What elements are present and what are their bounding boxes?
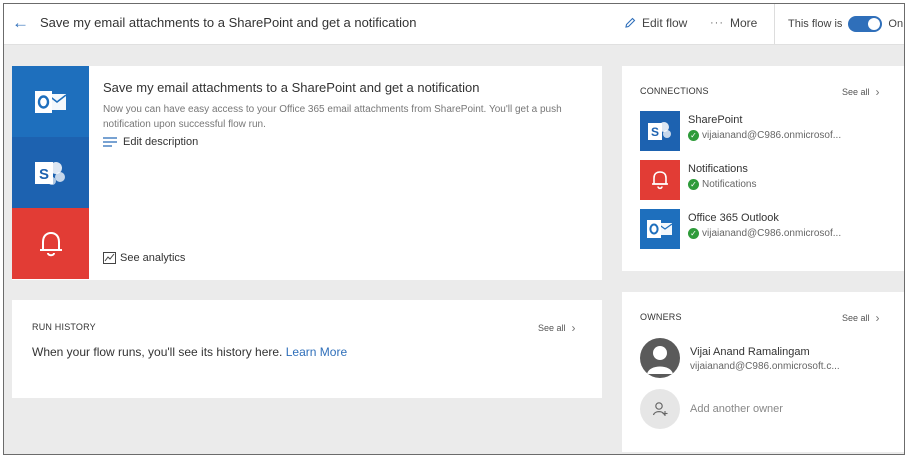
run-history-message: When your flow runs, you'll see its hist… (32, 345, 347, 359)
ellipsis-icon: ··· (710, 17, 724, 29)
run-history-see-all[interactable]: See all › (538, 321, 576, 335)
owners-see-all[interactable]: See all › (842, 311, 880, 325)
pencil-icon (625, 17, 636, 28)
bell-icon (640, 160, 680, 200)
check-icon: ✓ (688, 130, 699, 141)
chevron-right-icon: › (875, 85, 880, 99)
connection-account: ✓ Notifications (688, 179, 756, 190)
connection-notifications[interactable]: Notifications ✓ Notifications (640, 160, 900, 200)
connection-account: ✓ vijaianand@C986.onmicrosof... (688, 228, 841, 239)
edit-flow-button[interactable]: Edit flow (624, 16, 687, 30)
owners-heading: OWNERS (640, 312, 682, 322)
lines-icon (103, 137, 117, 147)
connection-name: SharePoint (688, 114, 743, 126)
learn-more-link[interactable]: Learn More (286, 345, 347, 359)
outlook-icon (640, 209, 680, 249)
chevron-right-icon: › (571, 321, 576, 335)
divider (774, 4, 775, 44)
edit-description-button[interactable]: Edit description (103, 136, 198, 148)
flow-toggle[interactable] (848, 16, 883, 32)
flow-status: This flow is On (788, 16, 903, 32)
toggle-state-label: On (888, 18, 904, 30)
run-history-card: RUN HISTORY See all › When your flow run… (12, 300, 602, 398)
sharepoint-icon: S (640, 111, 680, 151)
owners-card: OWNERS See all › Vijai Anand Ramalingam … (622, 292, 904, 452)
more-button[interactable]: ··· More (710, 16, 757, 30)
chevron-right-icon: › (875, 311, 880, 325)
bell-icon (12, 208, 89, 279)
connection-name: Office 365 Outlook (688, 212, 779, 224)
connection-account-text: Notifications (702, 179, 757, 190)
owner-email: vijaianand@C986.onmicrosoft.c... (690, 361, 840, 372)
connections-card: CONNECTIONS See all › S SharePoint ✓ vij… (622, 66, 904, 271)
check-icon: ✓ (688, 179, 699, 190)
flow-title: Save my email attachments to a SharePoin… (40, 15, 417, 30)
outlook-icon (12, 66, 89, 137)
details-description: Now you can have easy access to your Off… (103, 104, 562, 130)
flow-details-card: S Save my email attachments to a SharePo… (12, 66, 602, 280)
flow-details-page: ← Save my email attachments to a SharePo… (3, 3, 905, 455)
connection-account-text: vijaianand@C986.onmicrosof... (702, 228, 842, 239)
edit-flow-label: Edit flow (642, 16, 688, 30)
details-title: Save my email attachments to a SharePoin… (103, 80, 480, 95)
owner-avatar (640, 338, 680, 378)
owner-name: Vijai Anand Ramalingam (690, 346, 810, 358)
connection-account-text: vijaianand@C986.onmicrosof... (702, 130, 842, 141)
sharepoint-icon: S (12, 137, 89, 208)
svg-text:S: S (38, 166, 48, 183)
flow-status-label: This flow is (788, 18, 843, 30)
see-all-label: See all (842, 87, 870, 97)
top-bar: ← Save my email attachments to a SharePo… (4, 4, 904, 45)
connection-outlook[interactable]: Office 365 Outlook ✓ vijaianand@C986.onm… (640, 209, 900, 249)
check-icon: ✓ (688, 228, 699, 239)
arrow-left-icon[interactable]: ← (12, 13, 29, 33)
connection-name: Notifications (688, 163, 748, 175)
connection-account: ✓ vijaianand@C986.onmicrosof... (688, 130, 841, 141)
add-owner-link[interactable]: Add another owner (690, 403, 783, 415)
connection-sharepoint[interactable]: S SharePoint ✓ vijaianand@C986.onmicroso… (640, 111, 900, 151)
edit-description-label: Edit description (123, 136, 199, 148)
see-all-label: See all (538, 323, 566, 333)
toggle-knob (868, 18, 881, 30)
connections-see-all[interactable]: See all › (842, 85, 880, 99)
more-label: More (730, 16, 758, 30)
add-owner-icon[interactable] (640, 389, 680, 429)
see-analytics-label: See analytics (120, 252, 186, 264)
connector-icons: S (12, 66, 89, 280)
analytics-icon (103, 252, 116, 264)
see-analytics-button[interactable]: See analytics (103, 252, 185, 264)
see-all-label: See all (842, 313, 870, 323)
connections-heading: CONNECTIONS (640, 86, 709, 96)
svg-text:S: S (651, 125, 659, 139)
run-history-heading: RUN HISTORY (32, 322, 96, 332)
run-history-text: When your flow runs, you'll see its hist… (32, 345, 283, 359)
